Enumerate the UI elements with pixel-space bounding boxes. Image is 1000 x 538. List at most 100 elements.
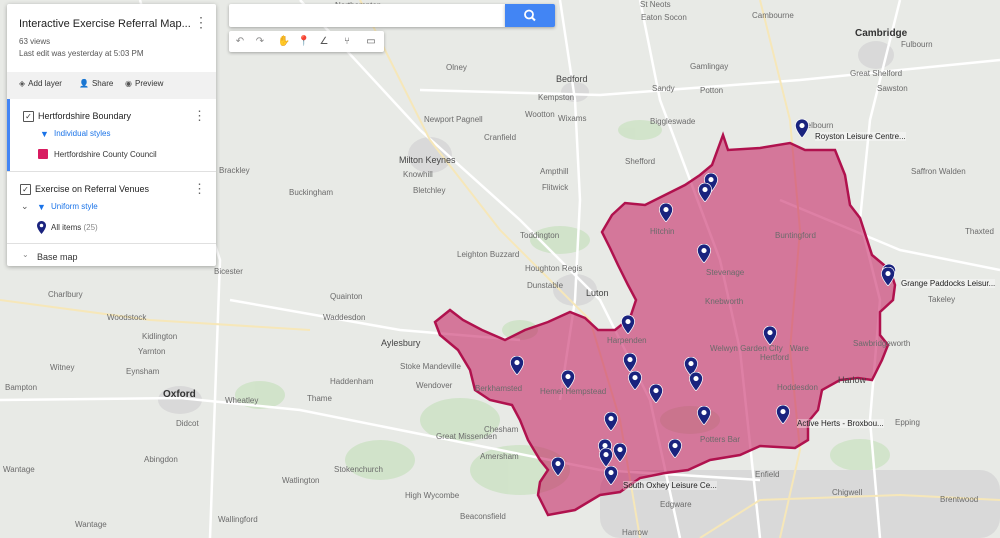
draw-line-icon[interactable]: ∠	[317, 35, 331, 49]
last-edit-text: Last edit was yesterday at 5:03 PM	[19, 49, 144, 58]
layer-name[interactable]: Hertfordshire Boundary	[38, 111, 131, 121]
venue-marker-icon[interactable]	[795, 118, 809, 139]
base-map-row[interactable]: ⌄ Base map	[7, 244, 216, 266]
layers-icon: ◈	[19, 79, 26, 88]
chevron-down-icon[interactable]: ⌄	[21, 201, 29, 212]
layer-name[interactable]: Exercise on Referral Venues	[35, 184, 149, 194]
pin-label-grange-paddocks[interactable]: Grange Paddocks Leisur...	[901, 279, 996, 288]
hand-icon[interactable]: ✋	[277, 35, 291, 49]
chevron-down-icon[interactable]: ⌄	[22, 250, 29, 259]
layer-visibility-checkbox[interactable]: ✓	[23, 111, 34, 122]
place-label: Harlow	[838, 375, 867, 385]
place-label: Gamlingay	[690, 62, 729, 71]
venue-marker-icon[interactable]	[551, 456, 565, 477]
place-label: Abingdon	[144, 455, 178, 464]
place-label: Biggleswade	[650, 117, 696, 126]
pin-label-south-oxhey[interactable]: South Oxhey Leisure Ce...	[623, 481, 717, 490]
map-options-icon[interactable]: ⋮	[194, 14, 208, 31]
place-label: Amersham	[480, 452, 519, 461]
search-button[interactable]	[505, 4, 555, 27]
place-label: Knowhill	[403, 170, 433, 179]
place-label: Newport Pagnell	[424, 115, 483, 124]
layer-options-icon[interactable]: ⋮	[193, 108, 206, 124]
venue-marker-icon[interactable]	[623, 352, 637, 373]
place-label: Sawbridgeworth	[853, 339, 911, 348]
panel-actions: ◈ Add layer 👤 Share ◉ Preview	[7, 72, 216, 99]
place-label: Beaconsfield	[460, 512, 506, 521]
venue-marker-icon[interactable]	[649, 383, 663, 404]
search-input[interactable]	[229, 4, 505, 27]
pin-label-royston[interactable]: Royston Leisure Centre...	[815, 132, 906, 141]
base-map-label[interactable]: Base map	[37, 252, 78, 262]
venue-marker-icon[interactable]	[628, 370, 642, 391]
layer-exercise-venues[interactable]: ✓ Exercise on Referral Venues ⋮ ⌄ ▼ Unif…	[7, 173, 216, 243]
place-label: St Neots	[640, 0, 671, 9]
venue-marker-icon[interactable]	[510, 355, 524, 376]
share-button[interactable]: 👤 Share	[79, 79, 113, 88]
all-items-label[interactable]: All items (25)	[51, 223, 98, 232]
venue-marker-icon[interactable]	[697, 243, 711, 264]
pin-label-broxbourne[interactable]: Active Herts - Broxbou...	[797, 419, 884, 428]
directions-icon[interactable]: ⑂	[340, 35, 354, 49]
venue-marker-icon[interactable]	[613, 442, 627, 463]
place-label: Harrow	[622, 528, 648, 537]
place-label: Potton	[700, 86, 724, 95]
venue-marker-icon[interactable]	[599, 447, 613, 468]
place-label: Witney	[50, 363, 75, 372]
venue-marker-icon[interactable]	[689, 371, 703, 392]
venue-marker-icon[interactable]	[698, 182, 712, 203]
place-label: High Wycombe	[405, 491, 460, 500]
eye-icon: ◉	[125, 79, 132, 88]
measure-icon[interactable]: ▭	[364, 35, 378, 49]
place-label: Luton	[586, 288, 609, 298]
layer-hertfordshire-boundary[interactable]: ✓ Hertfordshire Boundary ⋮ ▼ Individual …	[7, 99, 216, 171]
layer-style-link[interactable]: Individual styles	[54, 129, 110, 138]
layer-visibility-checkbox[interactable]: ✓	[20, 184, 31, 195]
place-label: Waddesdon	[323, 313, 366, 322]
place-label: Wantage	[3, 465, 35, 474]
venue-marker-icon[interactable]	[776, 404, 790, 425]
polygon-icon	[38, 149, 48, 159]
place-label: Houghton Regis	[525, 264, 583, 273]
place-label: Brentwood	[940, 495, 979, 504]
place-label: Great Shelford	[850, 69, 903, 78]
venue-marker-icon[interactable]	[697, 405, 711, 426]
paint-roller-icon: ▼	[40, 129, 49, 139]
add-layer-button[interactable]: ◈ Add layer	[19, 79, 62, 88]
layer-item[interactable]: Hertfordshire County Council	[54, 150, 157, 159]
layer-style-link[interactable]: Uniform style	[51, 202, 98, 211]
place-label: Oxford	[163, 389, 196, 400]
venue-marker-icon[interactable]	[604, 465, 618, 486]
marker-icon	[37, 221, 46, 234]
place-label: Cambourne	[752, 11, 794, 20]
place-label: Berkhamsted	[475, 384, 523, 393]
place-label: Wixams	[558, 114, 587, 123]
place-label: Didcot	[176, 419, 199, 428]
redo-icon[interactable]: ↷	[253, 35, 267, 49]
add-marker-icon[interactable]: 📍	[297, 35, 311, 49]
venue-marker-icon[interactable]	[561, 369, 575, 390]
place-label: Wootton	[525, 110, 555, 119]
place-label: Buckingham	[289, 188, 334, 197]
place-label: Sawston	[877, 84, 908, 93]
place-label: Cambridge	[855, 28, 908, 39]
place-label: Fulbourn	[901, 40, 933, 49]
place-label: Aylesbury	[381, 338, 421, 348]
venue-marker-icon[interactable]	[621, 314, 635, 335]
venue-marker-icon[interactable]	[763, 325, 777, 346]
share-label: Share	[91, 79, 114, 88]
place-label: Brackley	[219, 166, 250, 175]
layer-options-icon[interactable]: ⋮	[193, 181, 206, 197]
place-label: Yarnton	[138, 347, 166, 356]
map-title[interactable]: Interactive Exercise Referral Map...	[19, 18, 191, 30]
place-label: Bicester	[214, 267, 243, 276]
divider	[7, 171, 216, 172]
venue-marker-icon[interactable]	[668, 438, 682, 459]
paint-roller-icon: ▼	[37, 202, 46, 212]
undo-icon[interactable]: ↶	[233, 35, 247, 49]
venue-marker-icon[interactable]	[604, 411, 618, 432]
place-label: Haddenham	[330, 377, 374, 386]
venue-marker-icon[interactable]	[881, 266, 895, 287]
venue-marker-icon[interactable]	[659, 202, 673, 223]
preview-button[interactable]: ◉ Preview	[125, 79, 163, 88]
